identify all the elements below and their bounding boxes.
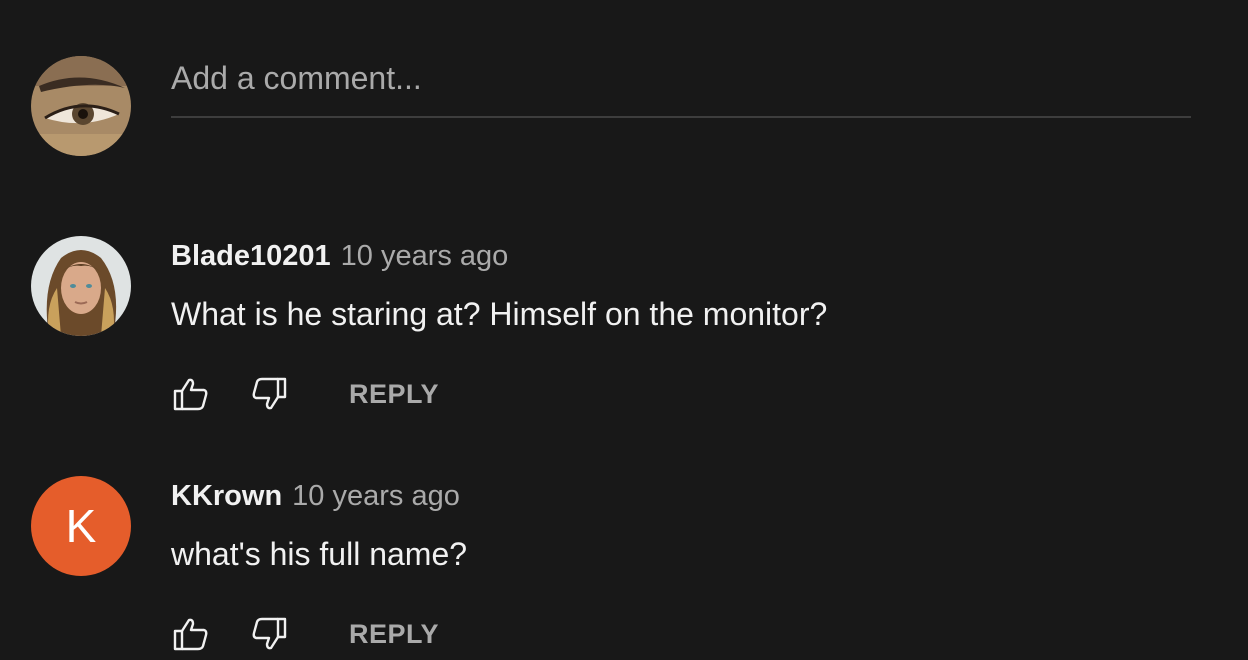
- reply-button[interactable]: REPLY: [349, 379, 439, 410]
- thumbs-up-icon: [173, 618, 208, 651]
- comment-author-avatar[interactable]: K: [31, 476, 131, 576]
- avatar-letter: K: [65, 500, 97, 552]
- eye-photo-icon: [31, 56, 131, 156]
- like-button[interactable]: [171, 614, 211, 654]
- comment-author-name[interactable]: Blade10201: [171, 240, 331, 272]
- profile-photo-icon: [31, 236, 131, 336]
- comment-actions: REPLY: [171, 374, 439, 414]
- comment-input[interactable]: [171, 56, 1191, 97]
- comment-timestamp[interactable]: 10 years ago: [292, 480, 460, 512]
- dislike-button[interactable]: [249, 374, 289, 414]
- like-button[interactable]: [171, 374, 211, 414]
- comment-timestamp[interactable]: 10 years ago: [341, 240, 509, 272]
- thumbs-up-icon: [173, 378, 208, 411]
- add-comment-field[interactable]: [171, 56, 1191, 118]
- comment-author-name[interactable]: KKrown: [171, 480, 282, 512]
- thumbs-down-icon: [252, 377, 287, 410]
- comment-header: KKrown 10 years ago: [171, 480, 460, 513]
- comments-section: Blade10201 10 years ago What is he starin…: [0, 0, 1248, 660]
- comment-text: What is he staring at? Himself on the mo…: [171, 296, 828, 332]
- current-user-avatar[interactable]: [31, 56, 131, 156]
- reply-button[interactable]: REPLY: [349, 619, 439, 650]
- dislike-button[interactable]: [249, 614, 289, 654]
- comment-author-avatar[interactable]: [31, 236, 131, 336]
- comment-text: what's his full name?: [171, 536, 468, 572]
- comment-actions: REPLY: [171, 614, 439, 654]
- comment-header: Blade10201 10 years ago: [171, 240, 508, 273]
- thumbs-down-icon: [252, 617, 287, 650]
